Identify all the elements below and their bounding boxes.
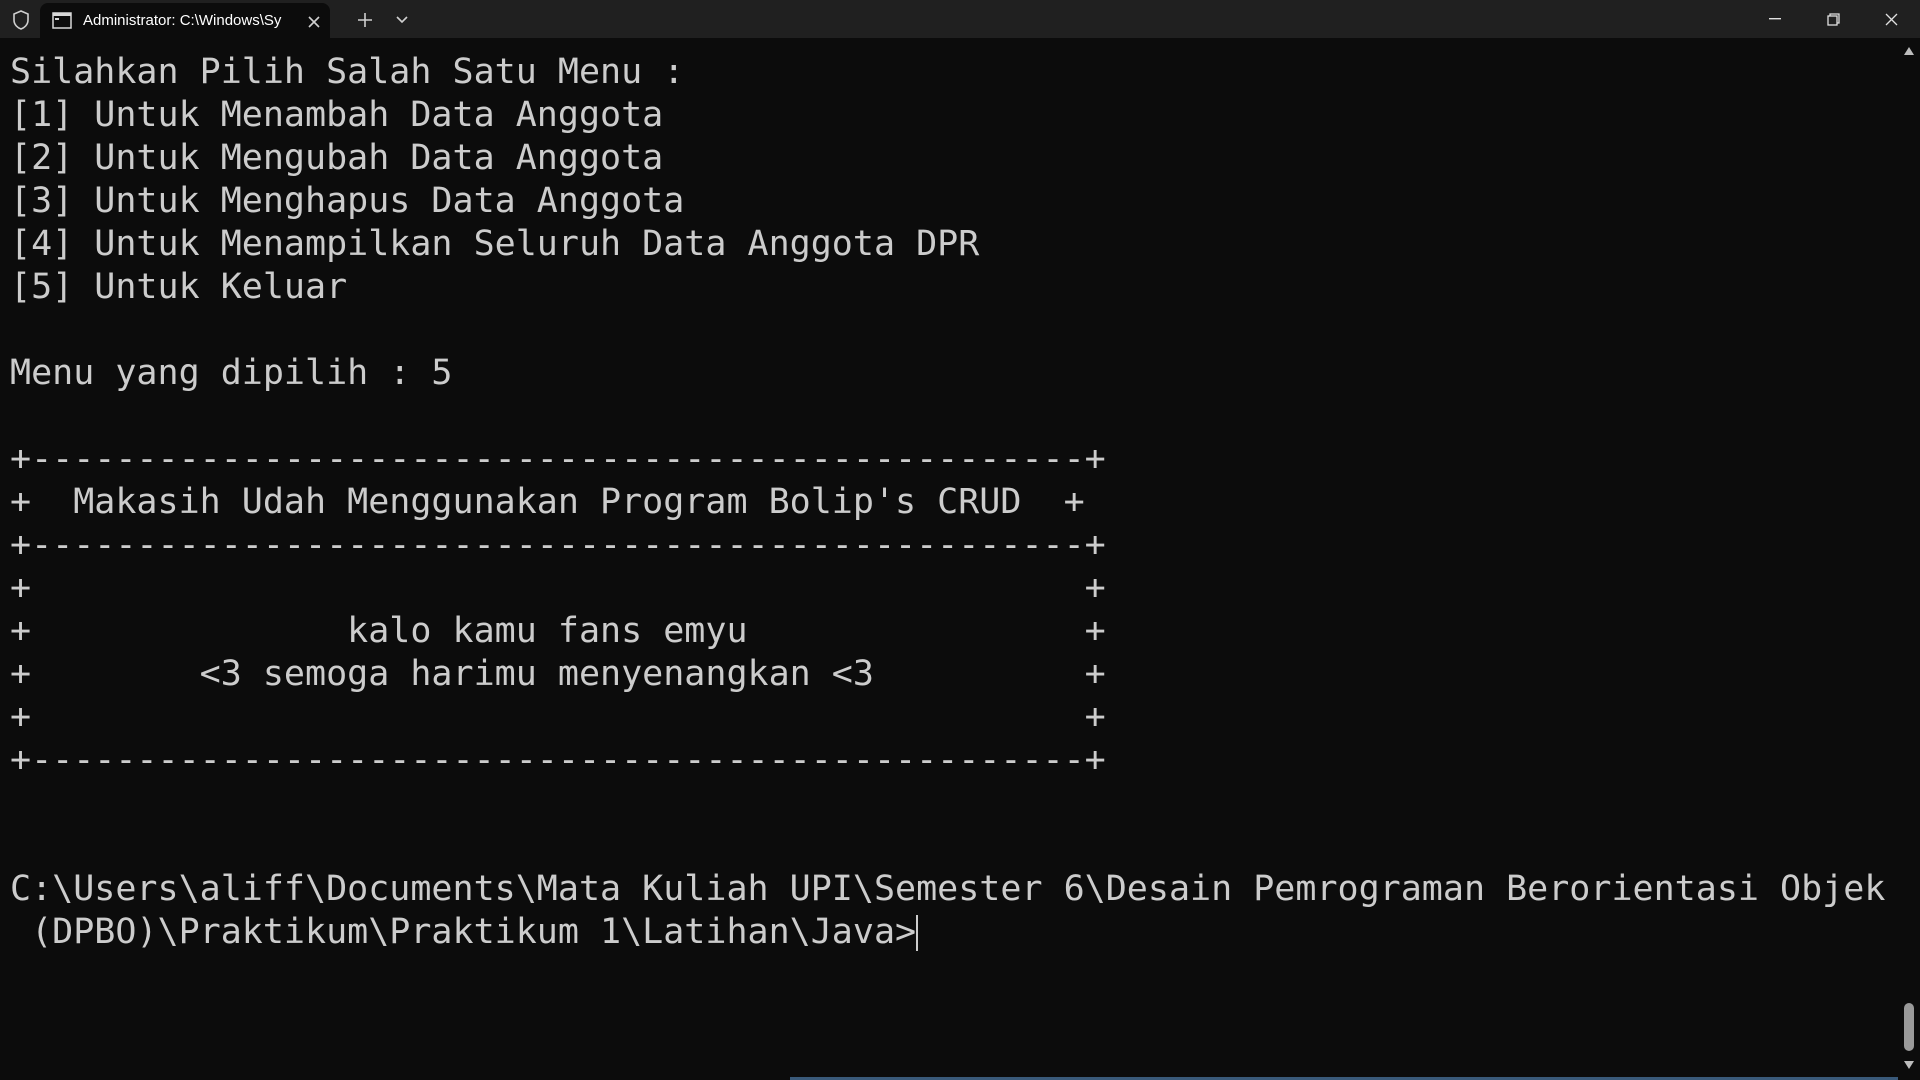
chevron-down-icon[interactable] <box>390 8 414 32</box>
console-line: [4] Untuk Menampilkan Seluruh Data Anggo… <box>10 224 980 264</box>
console-line: +---------------------------------------… <box>10 740 1106 780</box>
scroll-up-icon[interactable] <box>1903 46 1915 56</box>
restore-icon[interactable] <box>1804 0 1862 38</box>
scroll-down-icon[interactable] <box>1903 1060 1915 1070</box>
console-line: + + <box>10 568 1106 608</box>
close-icon[interactable] <box>303 11 325 33</box>
scrollbar[interactable] <box>1898 38 1920 1080</box>
tab-title: Administrator: C:\Windows\Sy <box>83 12 282 29</box>
console-line: +---------------------------------------… <box>10 525 1106 565</box>
console-line: [2] Untuk Mengubah Data Anggota <box>10 138 664 178</box>
console-line: [5] Untuk Keluar <box>10 267 348 307</box>
console-output: Silahkan Pilih Salah Satu Menu : [1] Untu… <box>10 51 1885 954</box>
close-icon[interactable] <box>1862 0 1920 38</box>
console-line: [1] Untuk Menambah Data Anggota <box>10 95 664 135</box>
console-line: Menu yang dipilih : 5 <box>10 353 453 393</box>
console-line: + + <box>10 697 1106 737</box>
scrollbar-thumb[interactable] <box>1904 1003 1914 1051</box>
console-line: [3] Untuk Menghapus Data Anggota <box>10 181 685 221</box>
tab-terminal[interactable]: Administrator: C:\Windows\Sy <box>40 3 330 38</box>
console-line: +---------------------------------------… <box>10 439 1106 479</box>
console-line: + Makasih Udah Menggunakan Program Bolip… <box>10 482 1085 522</box>
console-line: Silahkan Pilih Salah Satu Menu : <box>10 52 685 92</box>
console-line: + kalo kamu fans emyu + <box>10 611 1106 651</box>
console-line: + <3 semoga harimu menyenangkan <3 + <box>10 654 1106 694</box>
console-line: C:\Users\aliff\Documents\Mata Kuliah UPI… <box>10 869 1886 909</box>
title-bar: Administrator: C:\Windows\Sy <box>0 0 1920 38</box>
text-cursor <box>916 915 919 951</box>
plus-icon[interactable] <box>352 7 378 33</box>
shield-icon <box>10 9 32 31</box>
prompt-line[interactable]: (DPBO)\Praktikum\Praktikum 1\Latihan\Jav… <box>10 911 1885 954</box>
minimize-icon[interactable] <box>1746 0 1804 38</box>
terminal-icon <box>52 12 72 29</box>
prompt-text: (DPBO)\Praktikum\Praktikum 1\Latihan\Jav… <box>10 912 917 952</box>
